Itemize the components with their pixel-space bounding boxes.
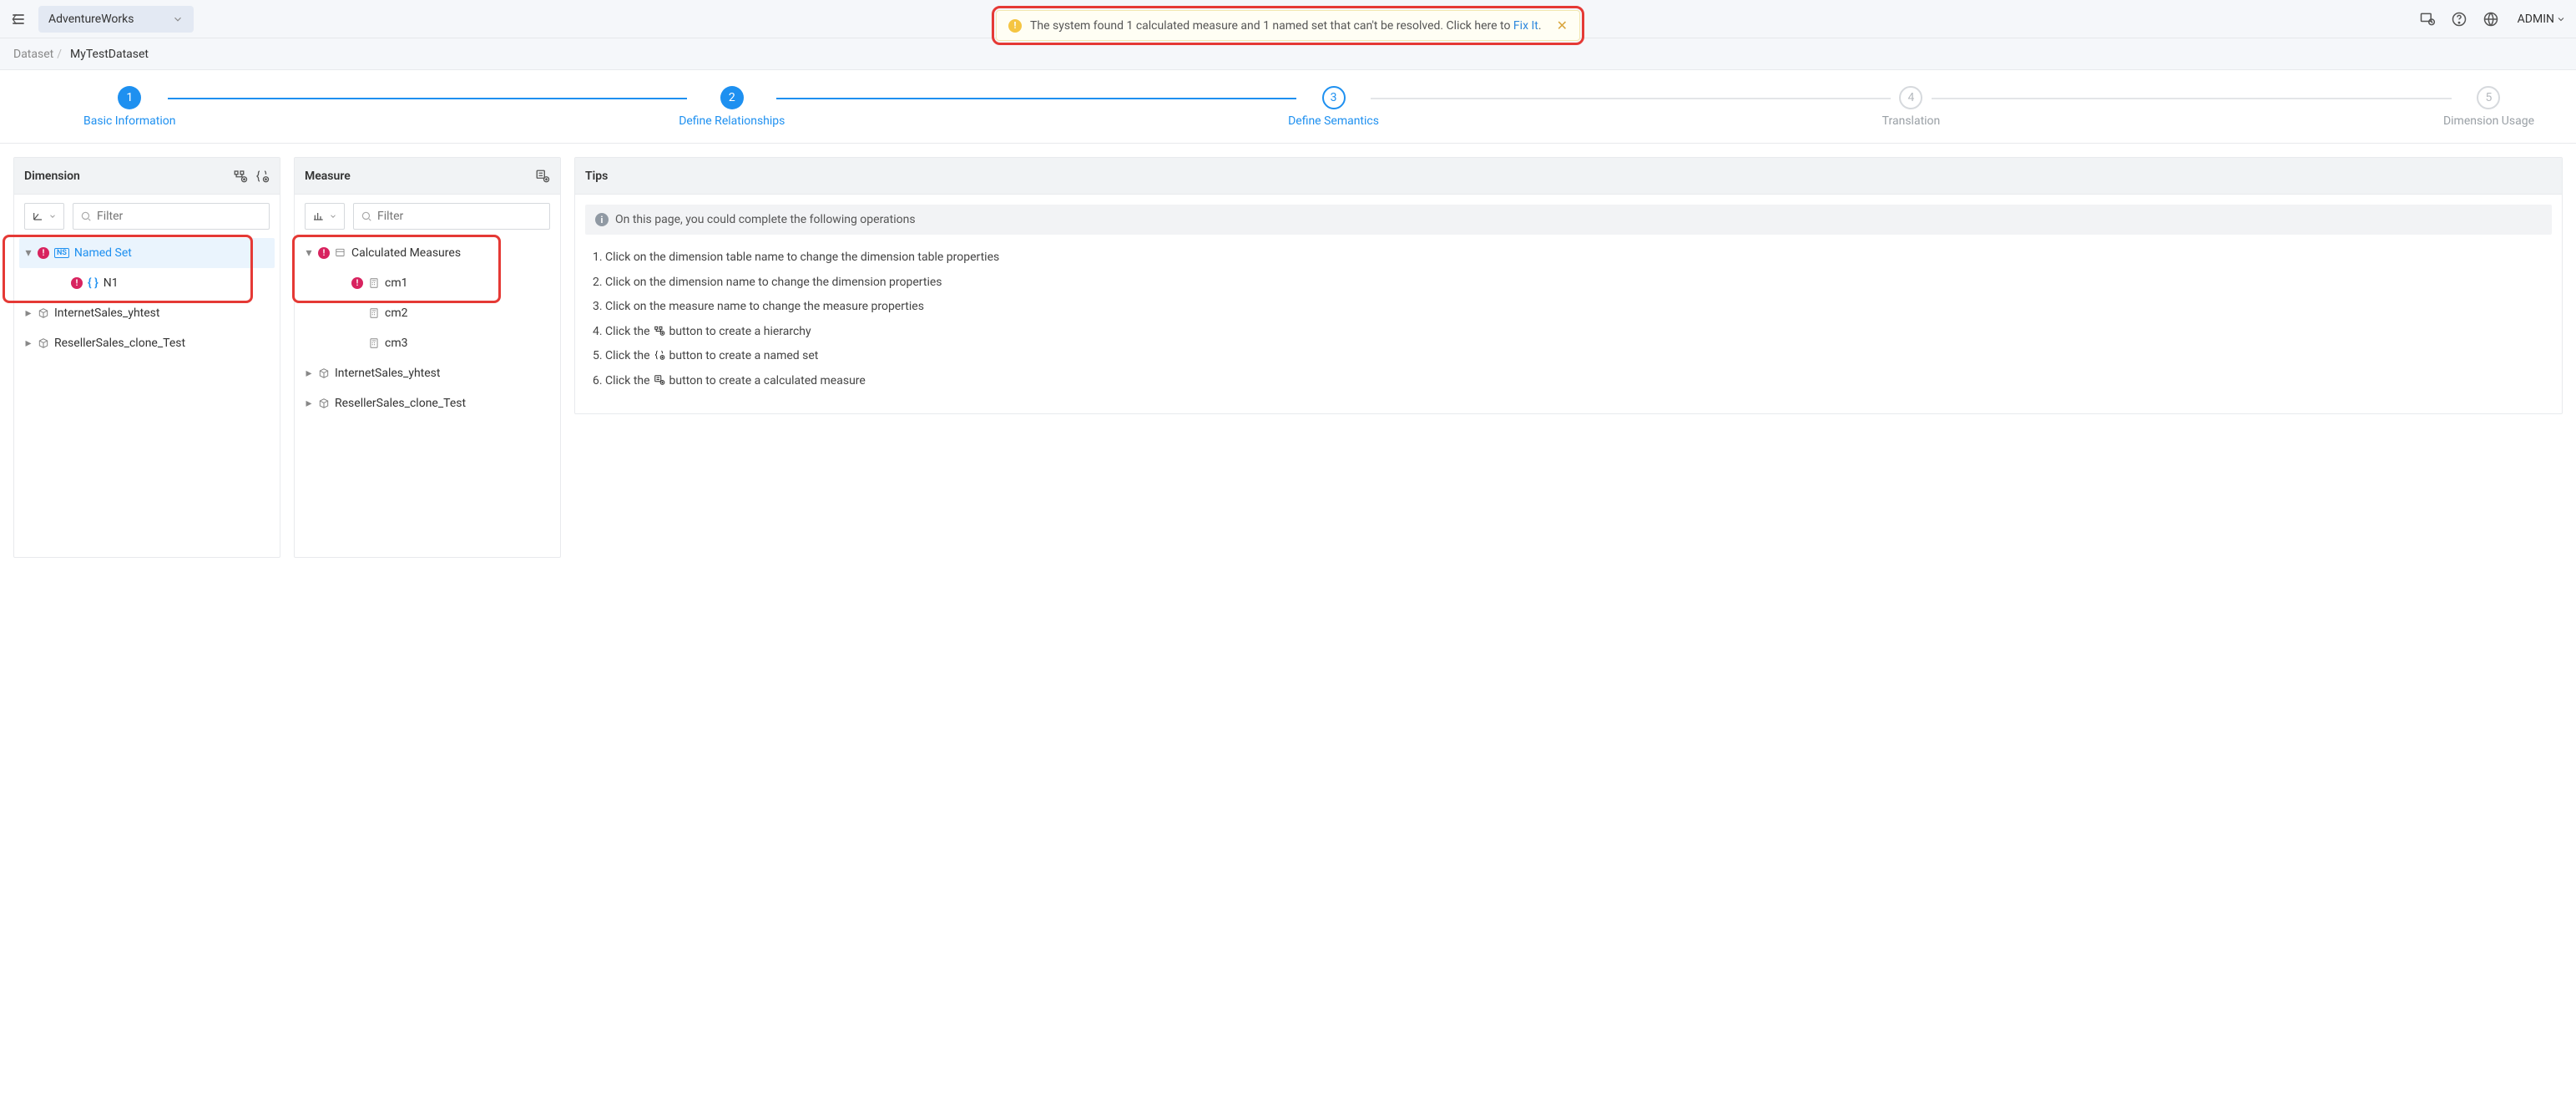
braces-icon: { } <box>88 276 98 290</box>
calculator-icon <box>368 277 380 289</box>
named-set-item-n1[interactable]: ! { } N1 <box>19 268 275 298</box>
chevron-down-icon <box>172 13 184 25</box>
calculated-measures-group[interactable]: ▾ ! Calculated Measures <box>300 238 555 268</box>
warning-text: The system found 1 calculated measure an… <box>1030 19 1542 33</box>
measure-item-resellersales[interactable]: ▸ ResellerSales_clone_Test <box>300 388 555 418</box>
tip-1: Click on the dimension table name to cha… <box>605 250 2540 266</box>
dimension-item-resellersales[interactable]: ▸ ResellerSales_clone_Test <box>19 328 275 358</box>
warning-banner: ! The system found 1 calculated measure … <box>996 10 1580 41</box>
ns-badge-icon: NS <box>54 248 69 258</box>
globe-icon[interactable] <box>2483 11 2499 28</box>
tips-panel: Tips i On this page, you could complete … <box>574 157 2563 414</box>
help-icon[interactable] <box>2451 11 2467 28</box>
cube-icon <box>318 398 330 409</box>
named-set-group[interactable]: ▾ ! NS Named Set <box>19 238 275 268</box>
measure-filter[interactable] <box>353 203 550 230</box>
tips-title: Tips <box>585 170 608 183</box>
calculator-icon <box>368 337 380 349</box>
calculator-icon <box>368 307 380 319</box>
step-basic-information[interactable]: 1 Basic Information <box>83 86 176 128</box>
step-dimension-usage[interactable]: 5 Dimension Usage <box>2443 86 2534 128</box>
tip-5: Click the button to create a named set <box>605 348 2540 365</box>
project-name: AdventureWorks <box>48 13 134 26</box>
cube-icon <box>38 337 49 349</box>
calc-measure-cm1[interactable]: ! cm1 <box>300 268 555 298</box>
wizard-steps: 1 Basic Information 2 Define Relationshi… <box>0 70 2576 144</box>
step-translation[interactable]: 4 Translation <box>1882 86 1941 128</box>
tip-2: Click on the dimension name to change th… <box>605 275 2540 291</box>
measure-filter-input[interactable] <box>377 210 543 223</box>
add-hierarchy-icon[interactable] <box>233 169 248 184</box>
add-named-set-icon[interactable] <box>255 169 270 184</box>
error-icon: ! <box>38 247 49 259</box>
chevron-right-icon: ▸ <box>24 337 33 350</box>
error-icon: ! <box>351 277 363 289</box>
add-calculated-measure-icon[interactable] <box>535 169 550 184</box>
warning-icon: ! <box>1008 19 1022 33</box>
calc-measure-cm2[interactable]: cm2 <box>300 298 555 328</box>
calc-measure-cm3[interactable]: cm3 <box>300 328 555 358</box>
dimension-view-toggle[interactable] <box>24 203 64 230</box>
step-define-relationships[interactable]: 2 Define Relationships <box>679 86 785 128</box>
dimension-title: Dimension <box>24 170 80 183</box>
cube-icon <box>38 307 49 319</box>
close-icon[interactable]: ✕ <box>1557 18 1568 33</box>
dimension-panel: Dimension ▾ ! <box>13 157 280 558</box>
hierarchy-icon <box>653 325 666 337</box>
dimension-item-internetsales[interactable]: ▸ InternetSales_yhtest <box>19 298 275 328</box>
info-icon: i <box>595 213 609 226</box>
measure-panel: Measure ▾ ! C <box>294 157 561 558</box>
error-icon: ! <box>318 247 330 259</box>
tips-lead: i On this page, you could complete the f… <box>585 205 2552 235</box>
dimension-filter[interactable] <box>73 203 270 230</box>
error-icon: ! <box>71 277 83 289</box>
chevron-right-icon: ▸ <box>24 306 33 320</box>
breadcrumb-root[interactable]: Dataset <box>13 48 53 61</box>
step-define-semantics[interactable]: 3 Define Semantics <box>1288 86 1379 128</box>
measure-view-toggle[interactable] <box>305 203 345 230</box>
dimension-filter-input[interactable] <box>97 210 262 223</box>
chevron-down-icon: ▾ <box>24 246 33 260</box>
chevron-right-icon: ▸ <box>305 367 313 380</box>
cube-icon <box>318 367 330 379</box>
user-menu[interactable]: ADMIN <box>2518 13 2566 26</box>
diagnose-icon[interactable] <box>2419 11 2436 28</box>
measure-title: Measure <box>305 170 351 183</box>
tip-3: Click on the measure name to change the … <box>605 299 2540 316</box>
named-set-icon <box>653 349 666 361</box>
breadcrumb-current: MyTestDataset <box>70 48 149 61</box>
tip-4: Click the button to create a hierarchy <box>605 324 2540 341</box>
fix-it-link[interactable]: Fix It <box>1513 19 1538 33</box>
tips-list: Click on the dimension table name to cha… <box>575 245 2562 413</box>
breadcrumb: Dataset / MyTestDataset <box>0 38 2576 70</box>
cm-group-icon <box>335 247 346 259</box>
collapse-menu-icon[interactable] <box>10 11 27 28</box>
chevron-down-icon: ▾ <box>305 246 313 260</box>
project-selector[interactable]: AdventureWorks <box>38 6 194 33</box>
calc-measure-icon <box>653 374 666 386</box>
chevron-right-icon: ▸ <box>305 397 313 410</box>
measure-item-internetsales[interactable]: ▸ InternetSales_yhtest <box>300 358 555 388</box>
tip-6: Click the button to create a calculated … <box>605 373 2540 390</box>
